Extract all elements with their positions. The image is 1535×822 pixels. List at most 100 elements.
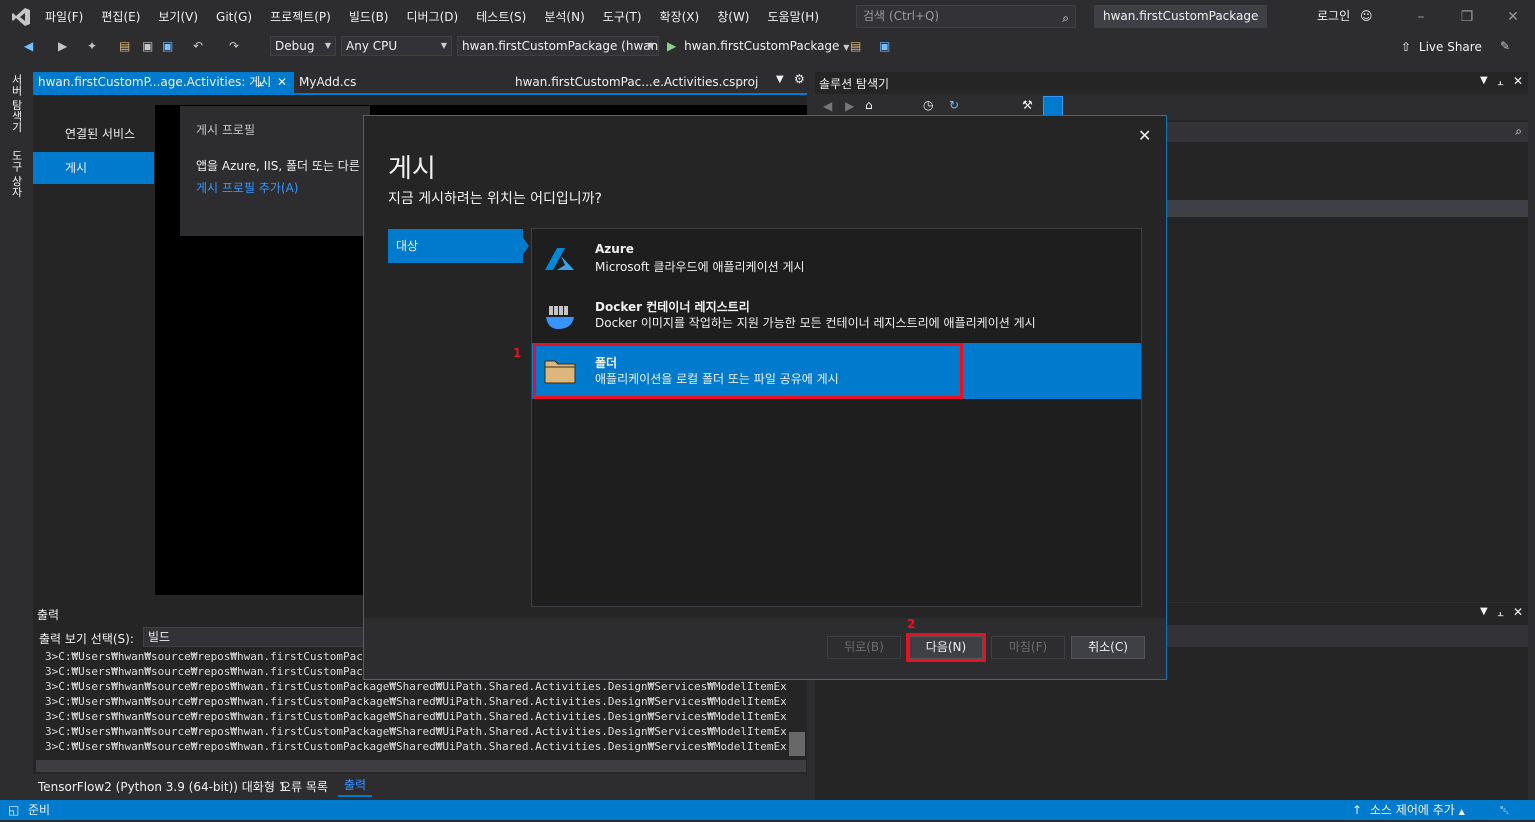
tab-python-interactive[interactable]: TensorFlow2 (Python 3.9 (64-bit)) 대화형 1 <box>38 778 286 795</box>
menu-test[interactable]: 테스트(S) <box>467 0 535 34</box>
close-icon[interactable]: ✕ <box>1513 74 1523 88</box>
search-input[interactable]: 검색 (Ctrl+Q) ⌕ <box>856 5 1076 28</box>
feedback-icon[interactable]: ✎ <box>1500 37 1510 55</box>
forward-icon[interactable]: ▶ <box>845 99 854 113</box>
menu-help[interactable]: 도움말(H) <box>759 0 829 34</box>
pin-icon[interactable]: ⫠ <box>1497 75 1504 89</box>
properties-icon[interactable]: ⚒ <box>1022 98 1033 112</box>
menu-build[interactable]: 빌드(B) <box>340 0 398 34</box>
forward-icon[interactable]: ▶ <box>58 37 67 55</box>
redo-icon[interactable]: ↷ <box>229 37 239 55</box>
finish-button[interactable]: 마침(F) <box>991 636 1065 659</box>
menu-edit[interactable]: 편집(E) <box>92 0 149 34</box>
menu-window[interactable]: 창(W) <box>708 0 758 34</box>
output-source-select[interactable]: 빌드 <box>143 627 398 647</box>
history-icon[interactable]: ◷ <box>923 98 933 112</box>
live-share-label: Live Share <box>1418 40 1482 54</box>
step-target[interactable]: 대상 <box>388 229 523 263</box>
menu-analyze[interactable]: 분석(N) <box>535 0 593 34</box>
menu-debug[interactable]: 디버그(D) <box>398 0 468 34</box>
step-arrow <box>522 236 529 256</box>
close-window-button[interactable]: ✕ <box>1498 6 1528 28</box>
notification-icon[interactable]: ␇ <box>1500 800 1510 820</box>
right-edge <box>1528 72 1535 800</box>
platform-value: Any CPU <box>346 39 398 53</box>
back-icon[interactable]: ◀ <box>24 37 33 55</box>
startup-project-select[interactable]: hwan.firstCustomPackage (hwan.f ▼ <box>457 36 659 56</box>
chevron-down-icon[interactable]: ▼ <box>1480 75 1488 86</box>
left-tool-strip: 서버 탐색기 도구 상자 <box>0 72 30 602</box>
preview-icon[interactable] <box>1043 96 1063 116</box>
tab-csproj[interactable]: hwan.firstCustomPac...e.Activities.cspro… <box>510 72 758 93</box>
pin-icon[interactable]: ⫠ <box>1497 606 1504 620</box>
refresh-icon[interactable]: ↻ <box>949 98 959 112</box>
option-docker[interactable]: Docker 컨테이너 레지스트리 Docker 이미지를 작업하는 지원 가능… <box>532 287 1141 343</box>
tab-output[interactable]: 출력 <box>338 775 373 797</box>
live-share-button[interactable]: ⇧ Live Share <box>1401 38 1482 56</box>
close-icon[interactable]: ✕ <box>277 72 287 93</box>
output-line: 3>C:₩Users₩hwan₩source₩repos₩hwan.firstC… <box>45 695 787 708</box>
save-icon[interactable]: ▣ <box>142 37 153 55</box>
startup-project-value: hwan.firstCustomPackage (hwan.f <box>462 39 659 53</box>
folder-search-icon[interactable]: ▤ <box>850 37 861 55</box>
new-project-icon[interactable]: ✦ <box>87 37 97 55</box>
nav-publish[interactable]: 게시 <box>33 152 154 184</box>
arrow-up-icon: ↑ <box>1352 803 1363 817</box>
pin-icon[interactable]: ⫠ <box>739 75 745 86</box>
tab-publish[interactable]: hwan.firstCustomP...age.Activities: 게시 ⫠… <box>33 72 294 93</box>
undo-icon[interactable]: ↶ <box>193 37 203 55</box>
search-placeholder: 검색 (Ctrl+Q) <box>863 9 940 23</box>
output-line: 3>C:₩Users₩hwan₩source₩repos₩hwan.firstC… <box>45 740 787 753</box>
option-desc: Docker 이미지를 작업하는 지원 가능한 모든 컨테이너 레지스트리에 애… <box>595 316 1036 330</box>
nav-connected-services[interactable]: 연결된 서비스 <box>65 125 135 142</box>
menu-file[interactable]: 파일(F) <box>36 0 92 34</box>
search-icon: ⌕ <box>1062 11 1069 25</box>
cancel-button[interactable]: 취소(C) <box>1071 636 1145 659</box>
output-line: 3>C:₩Users₩hwan₩source₩repos₩hwan.firstC… <box>45 680 787 693</box>
close-icon[interactable]: ✕ <box>1138 126 1151 145</box>
menu-tools[interactable]: 도구(T) <box>594 0 651 34</box>
publish-nav: 연결된 서비스 게시 <box>33 105 155 595</box>
menu-extensions[interactable]: 확장(X) <box>651 0 709 34</box>
add-profile-link[interactable]: 게시 프로필 추가(A) <box>196 179 298 196</box>
option-azure[interactable]: Azure Microsoft 클라우드에 애플리케이션 게시 <box>532 231 1141 287</box>
toolbox-tab[interactable]: 도구 상자 <box>8 150 24 198</box>
dialog-subtitle: 지금 게시하려는 위치는 어디입니까? <box>388 191 602 207</box>
source-control-button[interactable]: ↑ 소스 제어에 추가 ▲ <box>1352 800 1465 822</box>
menu-git[interactable]: Git(G) <box>207 0 261 34</box>
close-icon[interactable]: ✕ <box>1513 605 1523 619</box>
minimize-button[interactable]: – <box>1406 6 1436 28</box>
output-scrollbar[interactable] <box>789 732 805 756</box>
chevron-down-icon[interactable]: ▼ <box>776 74 784 85</box>
home-icon[interactable]: ⌂ <box>865 98 873 112</box>
chevron-down-icon: ▼ <box>440 41 447 50</box>
server-explorer-tab[interactable]: 서버 탐색기 <box>8 74 24 133</box>
source-control-label: 소스 제어에 추가 <box>1369 803 1455 817</box>
chevron-down-icon: ▼ <box>647 41 654 50</box>
output-source-value: 빌드 <box>148 630 171 644</box>
pin-icon[interactable]: ⫠ <box>257 72 264 93</box>
profile-text: 앱을 Azure, IIS, 폴더 또는 다른 <box>196 159 360 173</box>
gear-icon[interactable]: ⚙ <box>794 72 805 86</box>
status-icon: ◱ <box>8 803 20 817</box>
login-button[interactable]: 로그인 ☺ <box>1317 6 1372 26</box>
chevron-down-icon[interactable]: ▼ <box>1480 606 1488 617</box>
run-button[interactable]: ▶ hwan.firstCustomPackage ▼ <box>667 36 849 56</box>
menu-project[interactable]: 프로젝트(P) <box>261 0 340 34</box>
tab-error-list[interactable]: 오류 목록 <box>280 778 328 795</box>
back-button[interactable]: 뒤로(B) <box>827 636 901 659</box>
chevron-down-icon: ▼ <box>843 43 850 52</box>
open-folder-icon[interactable]: ▤ <box>119 37 130 55</box>
browser-icon[interactable]: ▣ <box>879 37 890 55</box>
search-icon: ⌕ <box>1515 124 1522 138</box>
back-icon[interactable]: ◀ <box>823 99 832 113</box>
play-icon: ▶ <box>667 39 677 53</box>
platform-select[interactable]: Any CPU ▼ <box>341 36 452 56</box>
menu-view[interactable]: 보기(V) <box>149 0 207 34</box>
save-all-icon[interactable]: ▣ <box>162 37 173 55</box>
configuration-select[interactable]: Debug ▼ <box>270 36 336 56</box>
restore-button[interactable]: ❐ <box>1452 6 1482 28</box>
tab-myadd[interactable]: MyAdd.cs <box>294 72 361 93</box>
docker-icon <box>544 301 576 329</box>
output-hscrollbar[interactable] <box>36 760 806 772</box>
